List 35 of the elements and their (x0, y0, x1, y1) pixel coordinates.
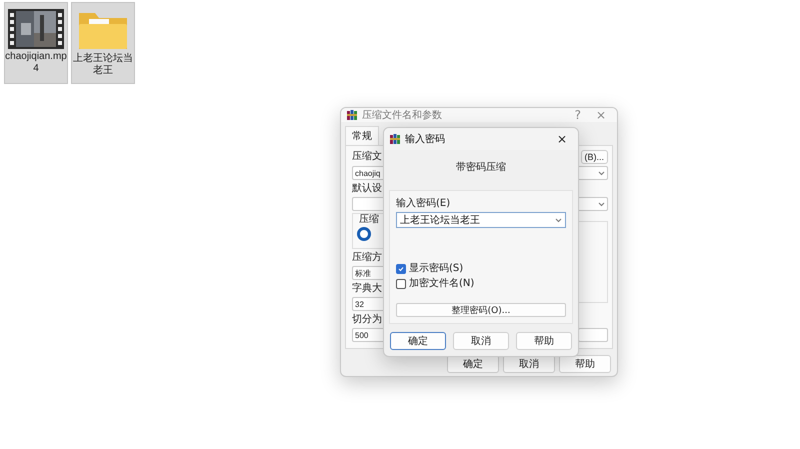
file-name: 上老王论坛当老王 (72, 53, 134, 77)
password-field[interactable]: 上老王论坛当老王 (396, 212, 566, 228)
dialog-button[interactable]: 确定 (390, 332, 446, 350)
field-label: 压缩方 (352, 251, 382, 264)
dialog-button[interactable]: 帮助 (559, 355, 611, 373)
checkbox-label: 加密文件名(N) (409, 277, 474, 290)
chevron-icon (598, 202, 605, 206)
radio-button[interactable] (357, 227, 371, 241)
desktop-icon[interactable]: 上老王论坛当老王 (71, 2, 135, 84)
group-label: 压缩 (359, 213, 379, 226)
checkbox[interactable] (396, 264, 406, 274)
organize-button[interactable]: 整理密码(O)... (396, 303, 566, 317)
field-label: 切分为 (352, 313, 382, 326)
field-label: 压缩文 (352, 150, 382, 163)
browse-button[interactable]: (B)... (580, 150, 608, 164)
books-icon (390, 134, 400, 144)
close-button[interactable]: × (552, 132, 572, 146)
desktop-icon[interactable]: chaojiqian.mp4 (4, 2, 68, 84)
window-title: 压缩文件名和参数 (362, 108, 443, 122)
input-field[interactable] (578, 328, 608, 342)
field-label: 字典大 (352, 282, 382, 295)
chevron-icon (555, 218, 562, 222)
check-icon (398, 266, 404, 272)
books-icon (347, 110, 357, 120)
chevron-icon (598, 170, 605, 176)
field-label: 输入密码(E) (396, 197, 450, 210)
window-title: 输入密码 (405, 132, 446, 146)
file-name: chaojiqian.mp4 (5, 51, 67, 75)
checkbox[interactable] (396, 278, 406, 288)
dialog-heading: 带密码压缩 (456, 160, 506, 174)
checkbox-label: 显示密码(S) (409, 262, 464, 275)
field-label: 默认设 (352, 182, 382, 195)
tab[interactable]: 常规 (345, 126, 379, 145)
dialog-button[interactable]: 取消 (453, 332, 509, 350)
dialog-button[interactable]: 帮助 (516, 332, 572, 350)
